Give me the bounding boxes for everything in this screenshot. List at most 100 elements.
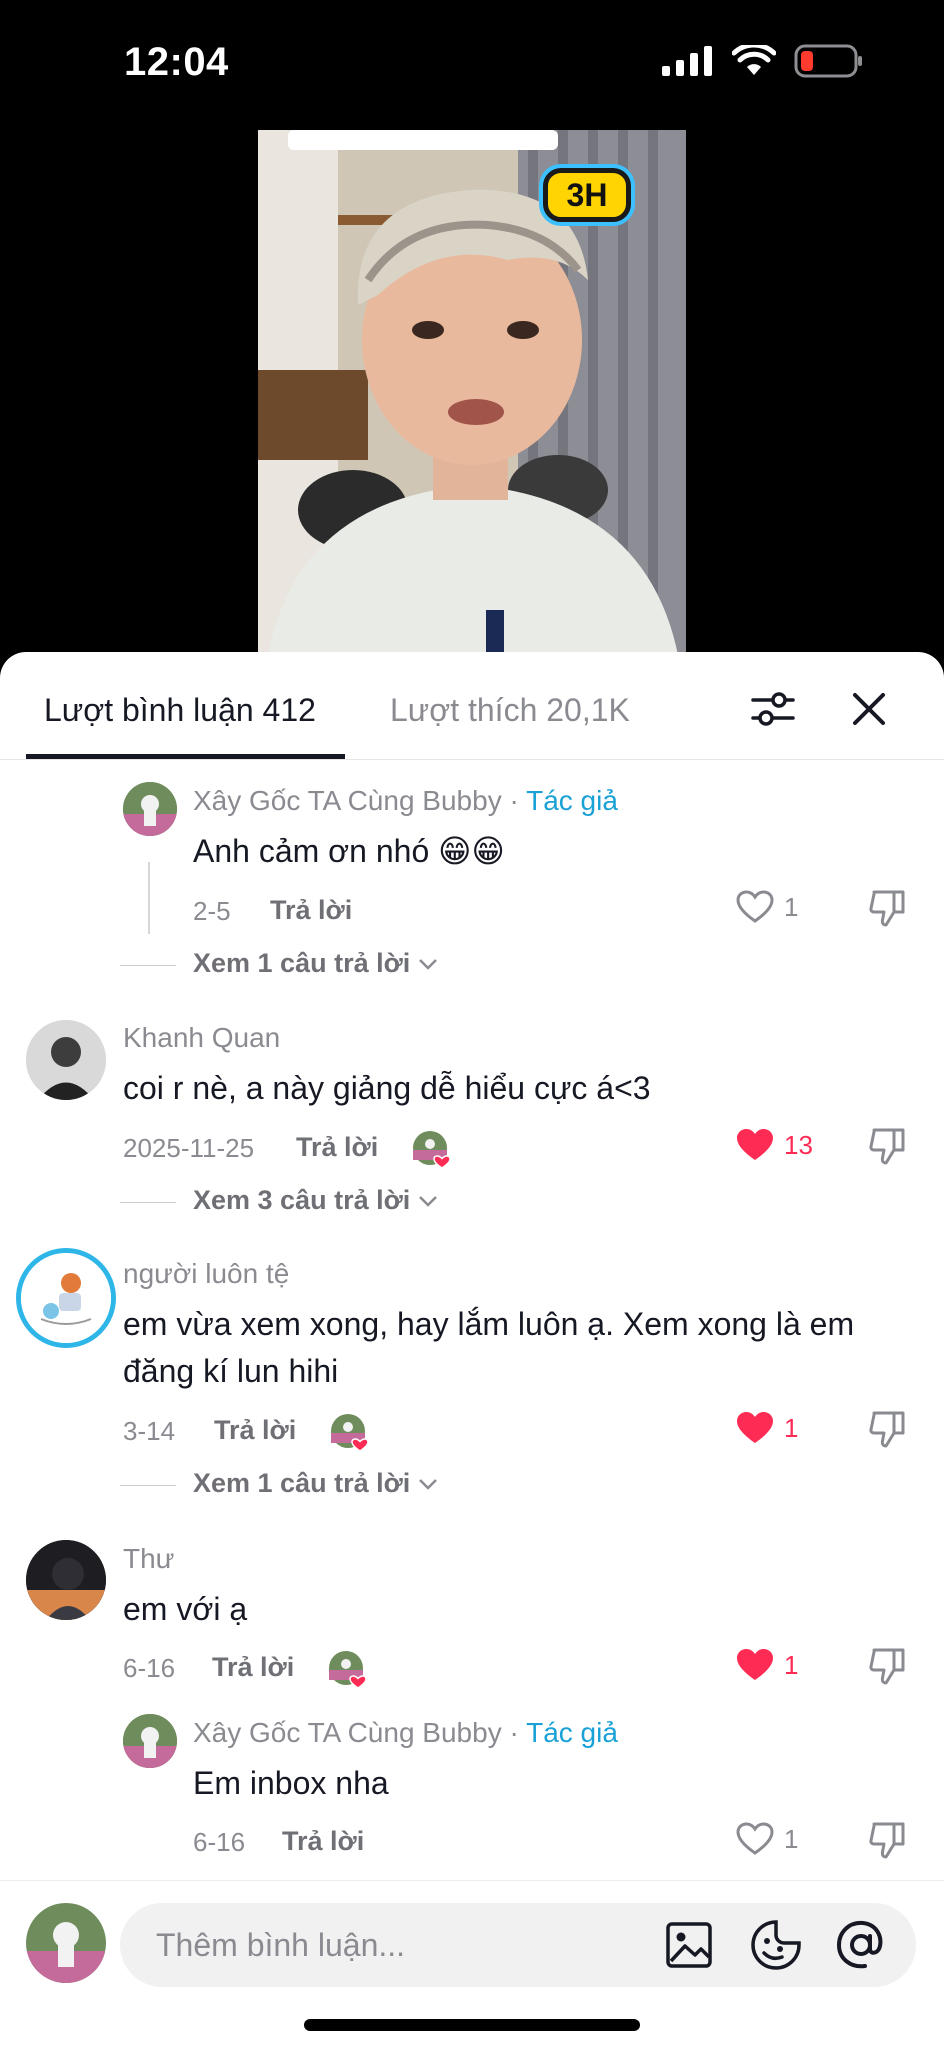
view-replies-label: Xem 1 câu trả lời (193, 1468, 411, 1498)
comment-username[interactable]: Xây Gốc TA Cùng Bubby · Tác giả (193, 1717, 618, 1749)
view-replies-label: Xem 3 câu trả lời (193, 1185, 411, 1215)
view-replies-button[interactable]: Xem 1 câu trả lời (193, 1468, 438, 1499)
thumbs-down-icon (869, 1648, 905, 1685)
avatar-image (21, 1253, 111, 1343)
like-count: 1 (784, 891, 799, 922)
tab-bar: Lượt bình luận 412 Lượt thích 20,1K (0, 652, 944, 760)
thumbs-down-icon (869, 1822, 905, 1859)
chevron-down-icon (419, 958, 438, 970)
like-count: 1 (784, 1823, 799, 1854)
comments-sheet: Lượt bình luận 412 Lượt thích 20,1K Xây … (0, 652, 944, 2046)
reply-button[interactable]: Trả lời (282, 1826, 364, 1857)
avatar[interactable] (26, 1020, 106, 1100)
comment-date: 2025-11-25 (123, 1133, 255, 1163)
like-button[interactable]: 13 (736, 1128, 813, 1162)
battery-low-icon (794, 44, 862, 78)
comment-text-line: em vừa xem xong, hay lắm luôn ạ. Xem xon… (123, 1306, 855, 1342)
username-separator: · (501, 1717, 527, 1748)
comment-date: 3-14 (123, 1416, 176, 1446)
filter-button[interactable] (744, 680, 802, 738)
creator-liked-heart-icon (331, 1414, 369, 1452)
video-badge: 3H (543, 168, 631, 222)
thread-line (148, 862, 150, 934)
like-count: 1 (784, 1412, 799, 1443)
comment-text: coi r nè, a này giảng dễ hiểu cực á<3 (123, 1070, 651, 1106)
divider (120, 1485, 176, 1486)
dislike-button[interactable] (868, 1409, 908, 1454)
like-count: 13 (784, 1129, 813, 1160)
comment-text: Em inbox nha (193, 1765, 389, 1801)
reply-button[interactable]: Trả lời (214, 1415, 296, 1446)
heart-outline-icon (736, 1822, 774, 1855)
divider (120, 965, 176, 966)
avatar-image (26, 1903, 106, 1983)
comment-username[interactable]: Xây Gốc TA Cùng Bubby · Tác giả (193, 785, 618, 817)
reply-button[interactable]: Trả lời (296, 1132, 378, 1163)
avatar-image (123, 782, 177, 836)
like-count: 1 (784, 1649, 799, 1680)
wifi-icon (732, 45, 776, 75)
creator-liked-avatar (330, 1413, 369, 1452)
comment-text-line: đăng kí lun hihi (123, 1353, 339, 1389)
close-button[interactable] (840, 680, 898, 738)
comment-input-placeholder: Thêm bình luận... (156, 1927, 406, 1963)
creator-liked-avatar (328, 1650, 367, 1689)
sliders-icon (751, 692, 795, 726)
chevron-down-icon (419, 1195, 438, 1207)
image-button[interactable] (665, 1921, 713, 1974)
status-icons (662, 44, 864, 78)
username-text: Xây Gốc TA Cùng Bubby (193, 785, 502, 816)
status-time: 12:04 (124, 40, 229, 84)
dislike-button[interactable] (868, 1820, 908, 1865)
video-preview[interactable]: 3H (258, 130, 686, 655)
home-indicator[interactable] (304, 2019, 640, 2031)
at-sign-icon (836, 1920, 883, 1969)
view-replies-label: Xem 1 câu trả lời (193, 948, 411, 978)
chevron-down-icon (419, 1478, 438, 1490)
sticker-button[interactable] (750, 1919, 802, 1976)
creator-liked-heart-icon (329, 1651, 367, 1689)
creator-liked-avatar (412, 1130, 451, 1169)
thumbs-down-icon (869, 890, 905, 927)
status-bar: 12:04 (0, 0, 944, 130)
view-replies-button[interactable]: Xem 1 câu trả lời (193, 948, 438, 979)
dislike-button[interactable] (868, 1646, 908, 1691)
avatar-image (26, 1020, 106, 1100)
comment-username[interactable]: Khanh Quan (123, 1022, 280, 1054)
avatar[interactable] (16, 1248, 116, 1348)
author-badge: Tác giả (526, 785, 618, 816)
reply-button[interactable]: Trả lời (270, 895, 352, 926)
avatar[interactable] (26, 1540, 106, 1620)
current-user-avatar[interactable] (26, 1903, 106, 1983)
dislike-button[interactable] (868, 1126, 908, 1171)
comment-date: 6-16 (123, 1653, 176, 1683)
like-button[interactable]: 1 (736, 1411, 798, 1445)
comment-text: em với ạ (123, 1591, 248, 1627)
tab-likes[interactable]: Lượt thích 20,1K (390, 692, 630, 729)
mention-button[interactable] (835, 1919, 887, 1976)
avatar-image (26, 1540, 106, 1620)
heart-filled-icon (737, 1649, 773, 1680)
creator-liked-heart-icon (413, 1131, 451, 1169)
comment-username[interactable]: người luôn tệ (123, 1258, 289, 1290)
heart-filled-icon (737, 1129, 773, 1160)
avatar[interactable] (123, 782, 177, 836)
reply-button[interactable]: Trả lời (212, 1652, 294, 1683)
tab-comments[interactable]: Lượt bình luận 412 (44, 692, 316, 729)
divider (120, 1202, 176, 1203)
avatar-image (123, 1714, 177, 1768)
like-button[interactable]: 1 (736, 1822, 798, 1856)
comment-text: Anh cảm ơn nhó 😁😁 (193, 833, 505, 869)
dislike-button[interactable] (868, 888, 908, 933)
comment-username[interactable]: Thư (123, 1543, 174, 1575)
emoji-sticker-icon (751, 1920, 801, 1970)
thumbs-down-icon (869, 1128, 905, 1165)
view-replies-button[interactable]: Xem 3 câu trả lời (193, 1185, 438, 1216)
close-icon (853, 693, 885, 725)
avatar[interactable] (123, 1714, 177, 1768)
like-button[interactable]: 1 (736, 890, 798, 924)
comment-composer-bar: Thêm bình luận... (0, 1880, 944, 2046)
comment-date: 6-16 (193, 1827, 246, 1857)
comment-input[interactable]: Thêm bình luận... (120, 1903, 916, 1987)
like-button[interactable]: 1 (736, 1648, 798, 1682)
